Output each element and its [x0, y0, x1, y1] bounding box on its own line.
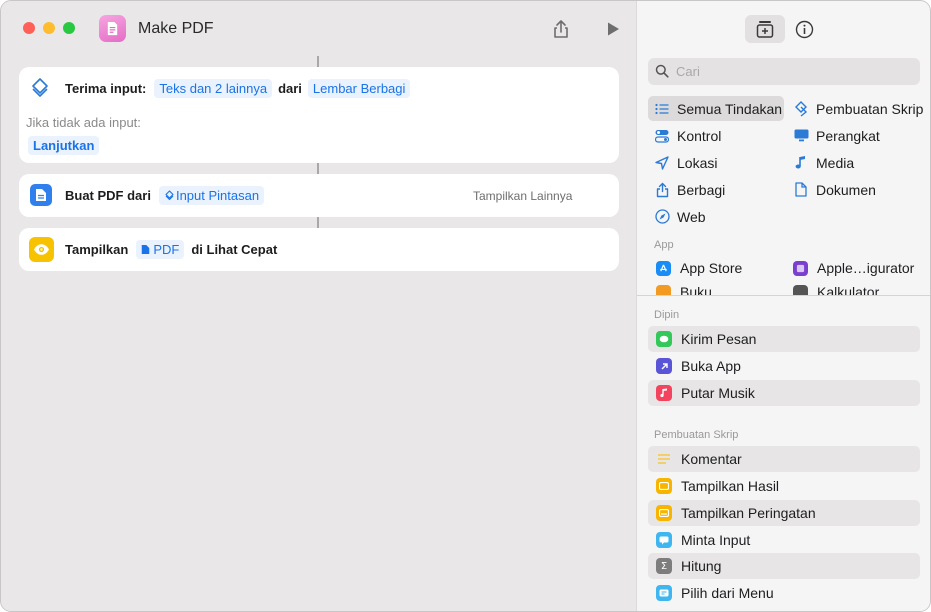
- run-button[interactable]: [602, 18, 624, 40]
- action-quick-look[interactable]: Tampilkan PDF di Lihat Cepat: [19, 228, 619, 271]
- category-device[interactable]: Perangkat: [787, 123, 927, 148]
- make-pdf-label: Buat PDF dari: [65, 187, 151, 203]
- location-icon: [654, 155, 670, 171]
- shortcuts-layers-icon: [29, 77, 51, 99]
- alert-icon: [656, 505, 672, 521]
- action-send-message[interactable]: Kirim Pesan: [648, 326, 920, 352]
- category-location[interactable]: Lokasi: [648, 150, 784, 175]
- shortcuts-window: Make PDF Terima input: Teks dan 2 lainny…: [0, 0, 931, 612]
- action-library-sidebar: Semua Tindakan Pembuatan Skrip Kontrol P…: [636, 1, 930, 611]
- app-list-overflow: Buku Kalkulator: [637, 283, 930, 295]
- window-title: Make PDF: [138, 20, 214, 37]
- share-button[interactable]: [550, 18, 572, 40]
- action-connector: [317, 163, 319, 174]
- sigma-icon: Σ: [656, 558, 672, 574]
- search-field[interactable]: [648, 58, 920, 85]
- shortcut-editor: Make PDF Terima input: Teks dan 2 lainny…: [1, 1, 636, 611]
- document-icon: [30, 184, 52, 206]
- category-sharing[interactable]: Berbagi: [648, 177, 784, 202]
- input-source-token[interactable]: Lembar Berbagi: [307, 78, 411, 98]
- category-web[interactable]: Web: [648, 204, 784, 229]
- action-connector: [317, 56, 319, 67]
- comment-lines-icon: [656, 451, 672, 467]
- show-more-button[interactable]: Tampilkan Lainnya: [473, 189, 572, 203]
- action-calculate[interactable]: Σ Hitung: [648, 553, 920, 579]
- speech-bubble-icon: [656, 532, 672, 548]
- info-icon: [795, 20, 813, 38]
- arrow-up-right-icon: [656, 358, 672, 374]
- list-icon: [654, 101, 670, 117]
- category-media[interactable]: Media: [787, 150, 927, 175]
- app-app-store[interactable]: App Store: [656, 256, 742, 280]
- quick-look-label: Tampilkan: [65, 241, 129, 257]
- app-store-icon: [656, 260, 671, 276]
- music-note-icon: [793, 155, 809, 171]
- app-books[interactable]: Buku: [656, 283, 712, 295]
- details-button[interactable]: [784, 15, 824, 43]
- shortcut-input-token[interactable]: Input Pintasan: [158, 185, 265, 205]
- display-icon: [793, 128, 809, 144]
- action-library-button[interactable]: [745, 15, 785, 43]
- pinned-section-header: Dipin: [654, 309, 680, 321]
- pdf-token[interactable]: PDF: [136, 239, 185, 259]
- category-control[interactable]: Kontrol: [648, 123, 784, 148]
- calculator-icon: [793, 284, 808, 295]
- input-types-token[interactable]: Teks dan 2 lainnya: [154, 78, 273, 98]
- action-make-pdf[interactable]: Buat PDF dari Input Pintasan Tampilkan L…: [19, 174, 619, 217]
- share-icon: [654, 182, 670, 198]
- action-connector: [317, 217, 319, 228]
- continue-token[interactable]: Lanjutkan: [28, 135, 100, 155]
- action-play-music[interactable]: Putar Musik: [648, 380, 920, 406]
- show-result-icon: [656, 478, 672, 494]
- action-show-result[interactable]: Tampilkan Hasil: [648, 473, 920, 499]
- category-scripting[interactable]: Pembuatan Skrip: [787, 96, 927, 121]
- apps-section-header: App: [654, 239, 674, 251]
- category-all-actions[interactable]: Semua Tindakan: [648, 96, 784, 121]
- play-icon: [608, 22, 619, 36]
- menu-icon: [656, 585, 672, 601]
- search-input[interactable]: [676, 62, 906, 81]
- sidebar-divider: [637, 295, 930, 296]
- title-bar: Make PDF: [1, 1, 636, 57]
- category-documents[interactable]: Dokumen: [787, 177, 927, 202]
- action-ask-for-input[interactable]: Minta Input: [648, 527, 920, 553]
- sidebar-toolbar: [637, 1, 930, 53]
- document-icon: [793, 182, 809, 198]
- action-receive-input[interactable]: Terima input: Teks dan 2 lainnya dari Le…: [19, 67, 619, 163]
- pdf-token-label: PDF: [153, 241, 180, 257]
- from-label: dari: [278, 80, 302, 96]
- app-apple-configurator[interactable]: Apple…igurator: [793, 256, 914, 280]
- action-open-app[interactable]: Buka App: [648, 353, 920, 379]
- shortcut-input-token-label: Input Pintasan: [175, 187, 260, 203]
- close-window-button[interactable]: [23, 22, 35, 34]
- books-icon: [656, 284, 671, 295]
- message-bubble-icon: [656, 331, 672, 347]
- share-icon: [554, 20, 568, 38]
- shortcuts-layers-icon: [165, 189, 174, 200]
- music-note-icon: [656, 385, 672, 401]
- search-icon: [655, 64, 669, 78]
- compass-icon: [654, 209, 670, 225]
- minimize-window-button[interactable]: [43, 22, 55, 34]
- apple-configurator-icon: [793, 260, 808, 276]
- action-comment[interactable]: Komentar: [648, 446, 920, 472]
- eye-icon: [29, 237, 54, 262]
- document-icon: [142, 244, 150, 254]
- receive-input-label: Terima input:: [65, 80, 147, 96]
- shortcut-document-icon[interactable]: [99, 15, 126, 42]
- toggle-icon: [654, 128, 670, 144]
- no-input-label: Jika tidak ada input:: [26, 114, 141, 130]
- library-add-icon: [756, 21, 774, 38]
- scripting-icon: [793, 100, 809, 117]
- action-choose-from-menu[interactable]: Pilih dari Menu: [648, 580, 920, 606]
- zoom-window-button[interactable]: [63, 22, 75, 34]
- scripting-section-header: Pembuatan Skrip: [654, 429, 739, 441]
- quick-look-suffix: di Lihat Cepat: [191, 241, 278, 257]
- app-calculator[interactable]: Kalkulator: [793, 283, 879, 295]
- action-show-alert[interactable]: Tampilkan Peringatan: [648, 500, 920, 526]
